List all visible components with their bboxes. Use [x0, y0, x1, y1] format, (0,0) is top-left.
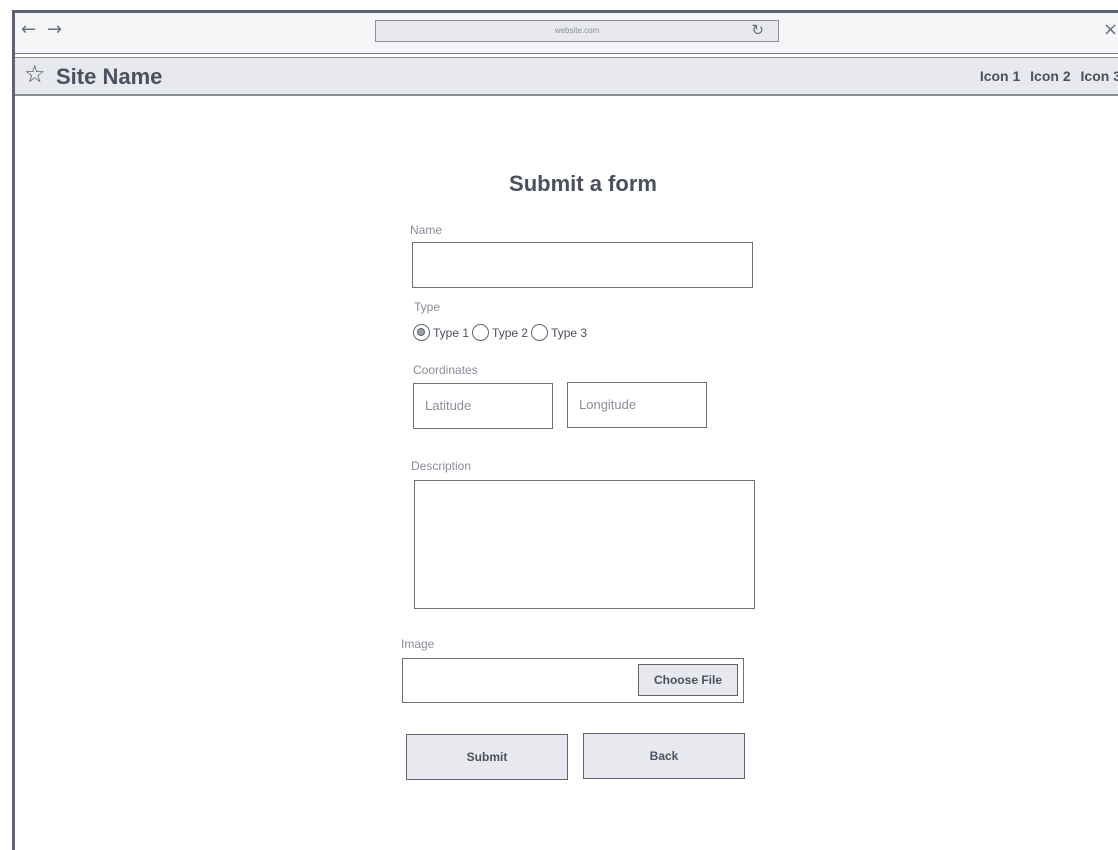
back-arrow-icon[interactable]: ← [21, 19, 36, 40]
image-file-input[interactable]: Choose File [402, 658, 744, 703]
browser-window: ← → website.com ↻ × ☆ Site Name Icon 1 I… [12, 10, 1118, 850]
type-1-label[interactable]: Type 1 [433, 326, 469, 340]
name-label: Name [410, 223, 443, 237]
header-icon-1[interactable]: Icon 1 [980, 68, 1020, 84]
site-name[interactable]: Site Name [56, 64, 162, 90]
url-text: website.com [554, 26, 600, 35]
coordinates-label: Coordinates [413, 363, 478, 377]
header-icon-links: Icon 1 Icon 2 Icon 3 [974, 68, 1118, 84]
image-label: Image [401, 637, 435, 651]
type-label: Type [414, 300, 441, 314]
choose-file-button[interactable]: Choose File [638, 664, 738, 696]
star-icon: ☆ [24, 60, 46, 88]
type-3-radio[interactable] [531, 324, 549, 341]
forward-arrow-icon[interactable]: → [47, 19, 62, 40]
type-3-label[interactable]: Type 3 [551, 326, 587, 340]
type-2-radio[interactable] [472, 324, 490, 341]
submit-button[interactable]: Submit [406, 734, 568, 780]
description-label: Description [411, 459, 472, 473]
close-icon[interactable]: × [1103, 19, 1118, 40]
form-title: Submit a form [509, 171, 657, 196]
back-button[interactable]: Back [583, 733, 745, 779]
latitude-placeholder: Latitude [425, 398, 472, 413]
type-1-radio[interactable] [413, 324, 430, 341]
address-bar[interactable]: website.com ↻ [375, 20, 779, 42]
name-input[interactable] [412, 242, 753, 288]
longitude-input[interactable]: Longitude [567, 382, 707, 428]
type-2-label[interactable]: Type 2 [492, 326, 528, 340]
latitude-input[interactable]: Latitude [413, 383, 553, 429]
description-textarea[interactable] [414, 480, 755, 609]
header-icon-3[interactable]: Icon 3 [1081, 68, 1118, 84]
type-radio-group: Type 1 Type 2 Type 3 [413, 324, 590, 341]
browser-toolbar: ← → website.com ↻ × [15, 13, 1118, 54]
header-icon-2[interactable]: Icon 2 [1030, 68, 1070, 84]
reload-icon[interactable]: ↻ [751, 21, 764, 39]
longitude-placeholder: Longitude [579, 397, 637, 412]
site-header: ☆ Site Name Icon 1 Icon 2 Icon 3 [15, 57, 1118, 96]
